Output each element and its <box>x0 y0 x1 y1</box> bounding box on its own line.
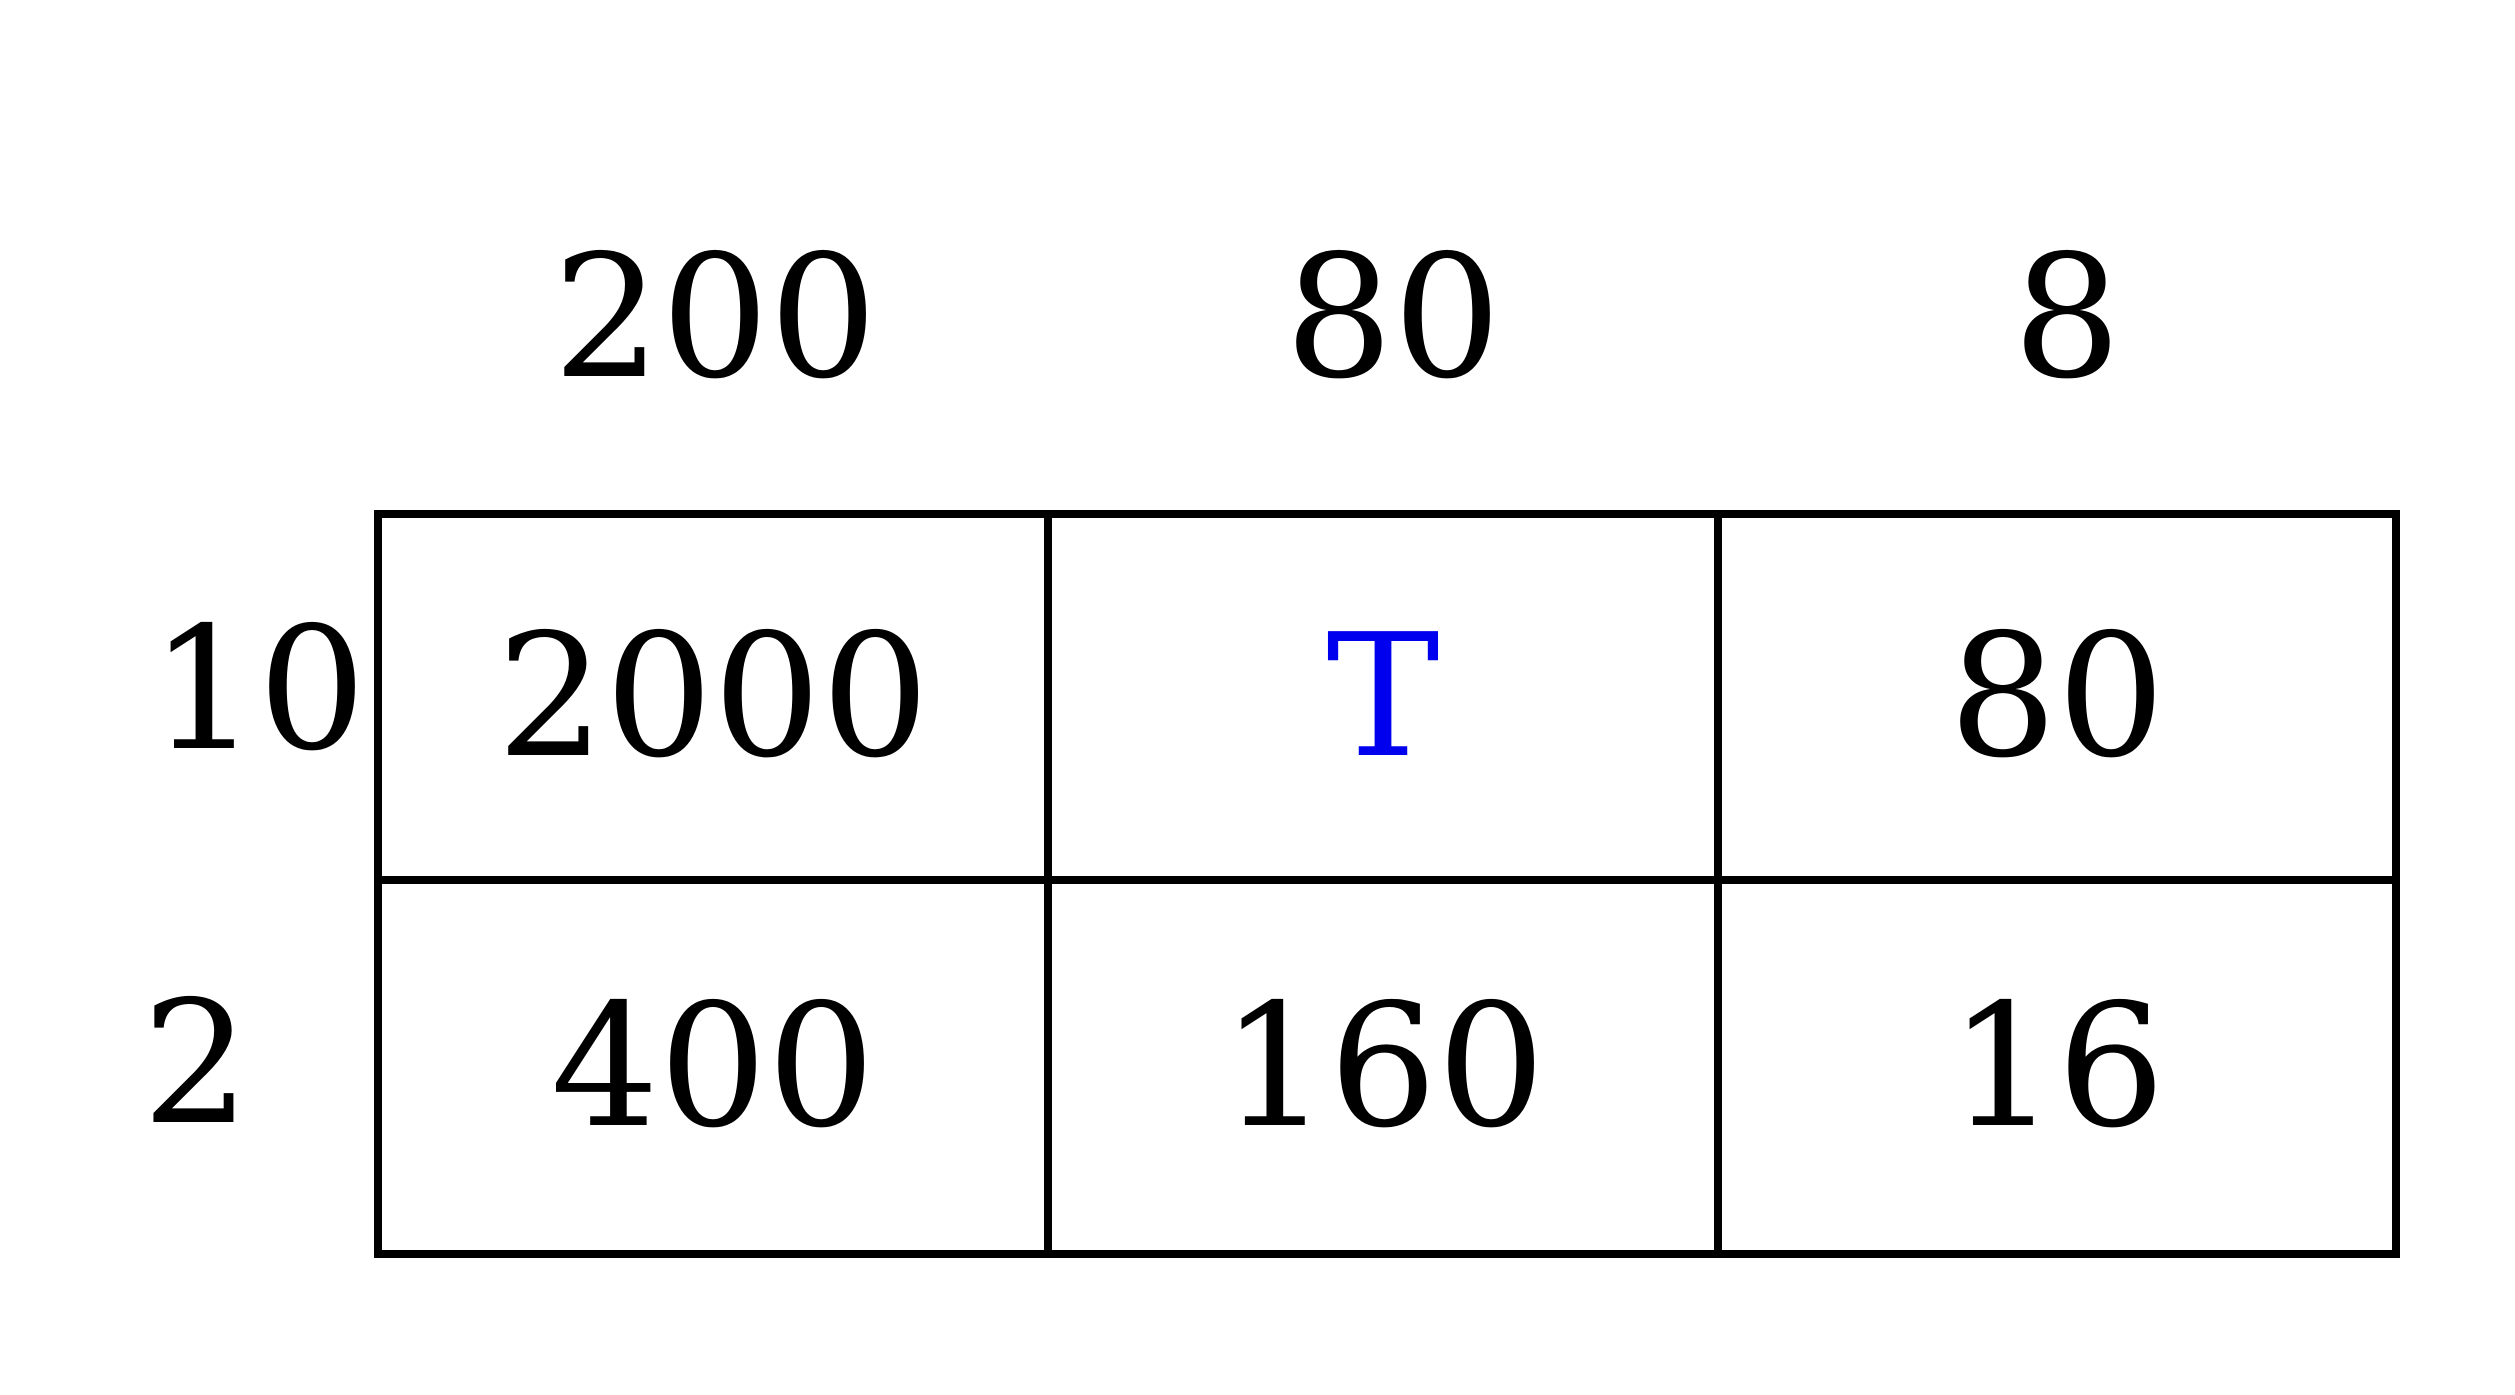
column-header-3: 8 <box>2012 219 2122 417</box>
cell-r1-c1: 2000 <box>382 518 1052 884</box>
column-header-1: 200 <box>552 219 878 417</box>
cell-r2-c1: 400 <box>382 884 1052 1250</box>
cell-r2-c2: 160 <box>1052 884 1722 1250</box>
column-header-2: 80 <box>1284 219 1502 417</box>
row-header-2: 2 <box>141 965 251 1163</box>
multiplication-grid: 2000 T 80 400 160 16 <box>374 510 2400 1258</box>
row-header-1: 10 <box>149 591 367 789</box>
cell-r1-c3: 80 <box>1722 518 2392 884</box>
cell-r2-c3: 16 <box>1948 968 2166 1166</box>
cell-r1-c2-unknown: T <box>1052 518 1722 884</box>
